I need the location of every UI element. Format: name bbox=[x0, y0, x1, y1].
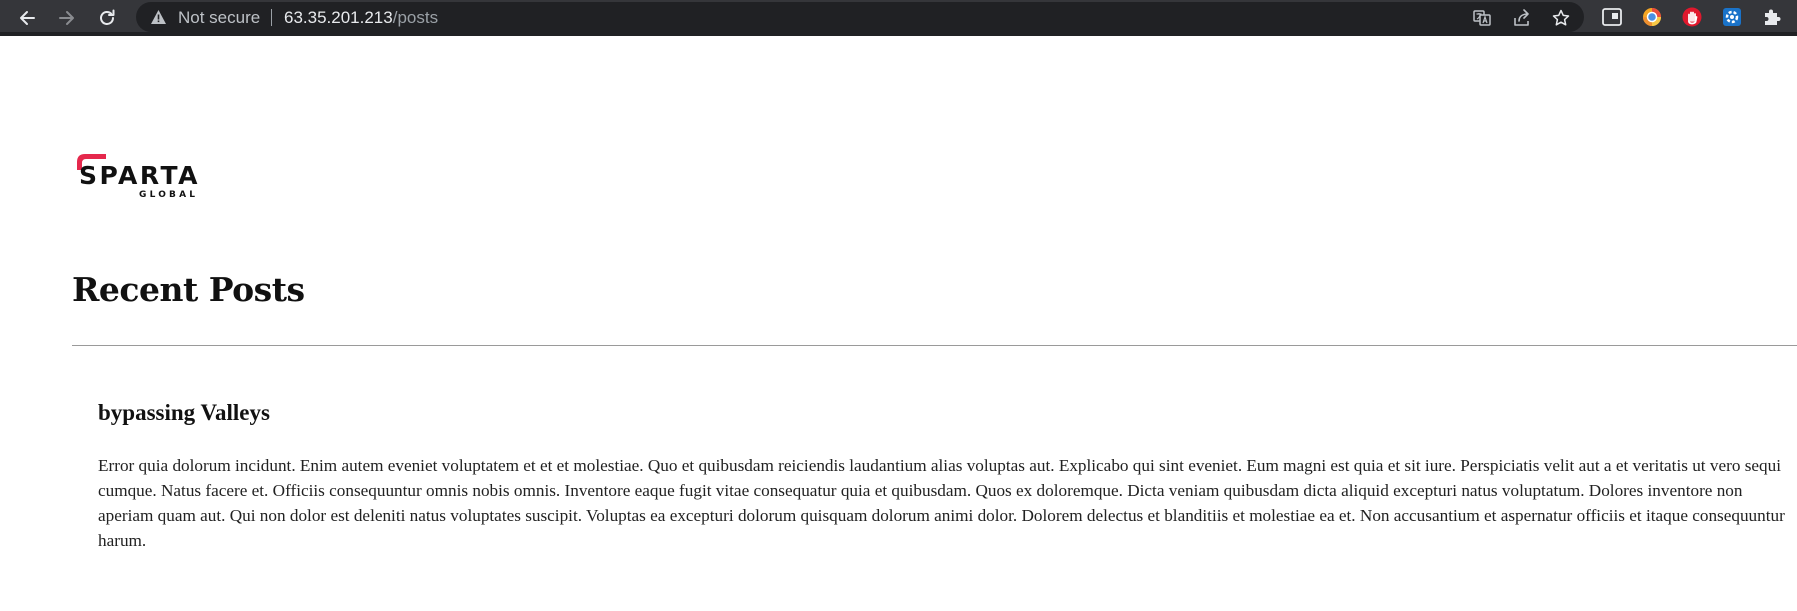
url-path: /posts bbox=[392, 8, 439, 27]
title-divider bbox=[72, 345, 1797, 346]
omnibox-separator bbox=[271, 9, 272, 26]
post-body: Error quia dolorum incidunt. Enim autem … bbox=[98, 456, 1785, 550]
side-panel-icon[interactable] bbox=[1601, 6, 1623, 28]
warning-triangle-icon bbox=[150, 9, 167, 29]
translate-icon[interactable] bbox=[1473, 9, 1491, 27]
sparta-global-logo[interactable]: SPARTA GLOBAL bbox=[72, 150, 202, 200]
arrow-left-icon bbox=[20, 11, 35, 25]
url-host: 63.35.201.213 bbox=[284, 8, 393, 27]
forward-button[interactable] bbox=[53, 4, 81, 32]
reload-icon bbox=[100, 9, 115, 25]
share-icon[interactable] bbox=[1513, 9, 1531, 27]
post-title: bypassing Valleys bbox=[98, 400, 270, 425]
back-button[interactable] bbox=[13, 4, 41, 32]
red-hand-extension-icon[interactable] bbox=[1681, 6, 1703, 28]
url-text[interactable]: 63.35.201.213/posts bbox=[284, 8, 438, 28]
blue-gear-extension-icon[interactable] bbox=[1721, 6, 1743, 28]
bookmark-star-icon[interactable] bbox=[1552, 9, 1570, 27]
browser-toolbar: Not secure 63.35.201.213/posts bbox=[0, 0, 1797, 36]
logo-graphic: SPARTA GLOBAL bbox=[77, 154, 200, 200]
security-status-label[interactable]: Not secure bbox=[178, 8, 260, 28]
logo-wordmark: SPARTA bbox=[79, 161, 200, 190]
puzzle-extensions-icon[interactable] bbox=[1761, 6, 1783, 28]
arrow-right-icon bbox=[59, 11, 74, 25]
color-wheel-extension-icon[interactable] bbox=[1641, 6, 1663, 28]
post-card: bypassing Valleys Error quia dolorum inc… bbox=[98, 400, 1788, 553]
reload-button[interactable] bbox=[93, 4, 121, 32]
page-title: Recent Posts bbox=[72, 270, 305, 309]
address-bar[interactable]: Not secure 63.35.201.213/posts bbox=[136, 2, 1584, 32]
logo-subtext: GLOBAL bbox=[139, 190, 198, 200]
